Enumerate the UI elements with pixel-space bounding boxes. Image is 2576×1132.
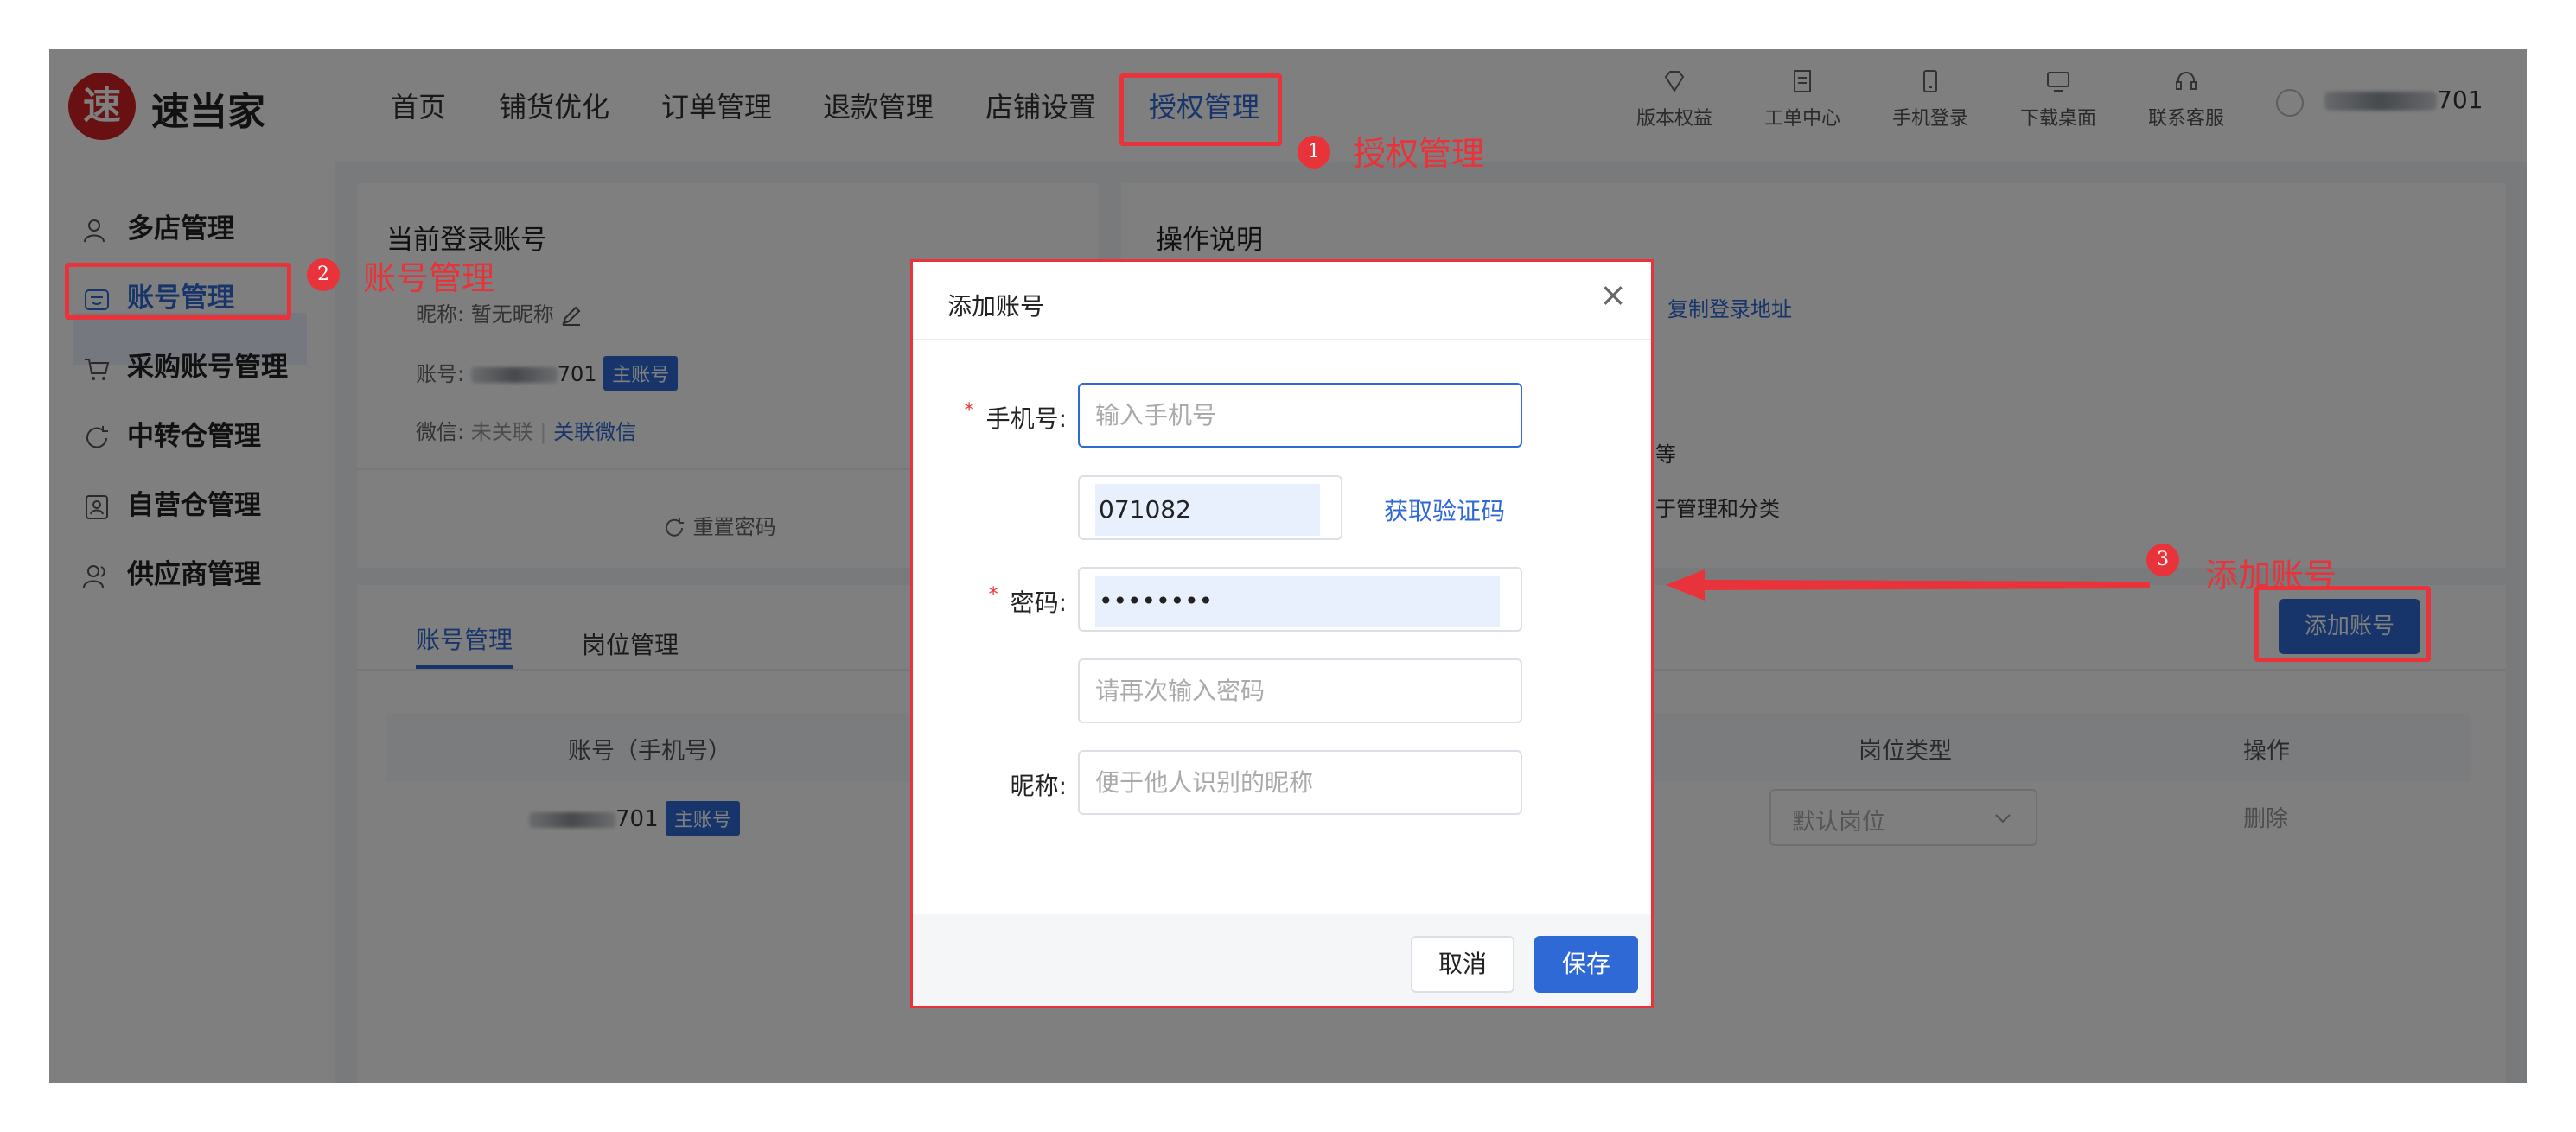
password-label: * 密码: [988,584,1067,617]
annotation-badge-2: 2 [307,258,340,291]
save-button[interactable]: 保存 [1534,936,1638,993]
verification-code-value: 071082 [1095,484,1320,536]
annotation-text-2: 账号管理 [363,259,495,297]
annotation-arrow [1666,569,2150,601]
password-input[interactable]: •••••••• [1078,567,1522,632]
nickname-placeholder: 便于他人识别的昵称 [1095,768,1314,797]
annotation-badge-1: 1 [1298,136,1330,169]
annotation-badge-3: 3 [2146,544,2179,576]
annotation-box-add-account [2254,586,2431,662]
cancel-button[interactable]: 取消 [1411,936,1514,993]
nickname-input[interactable]: 便于他人识别的昵称 [1078,750,1522,815]
confirm-password-placeholder: 请再次输入密码 [1095,677,1266,705]
password-value: •••••••• [1095,576,1500,627]
modal-divider [913,339,1651,340]
app-window: 速 速当家 首页 铺货优化 订单管理 退款管理 店铺设置 授权管理 版本权益 工… [49,49,2527,1083]
close-icon[interactable]: × [1596,277,1630,312]
get-code-button[interactable]: 获取验证码 [1384,493,1505,527]
annotation-box-account [65,263,291,320]
add-account-modal: 添加账号 × * 手机号: 输入手机号 071082 获取验证码 * 密码: •••… [910,259,1654,1008]
annotation-text-3: 添加账号 [2205,556,2337,595]
nickname-field-label: 昵称: [1010,772,1067,800]
phone-placeholder: 输入手机号 [1095,401,1217,429]
verification-code-input[interactable]: 071082 [1078,475,1342,540]
phone-label: * 手机号: [964,400,1067,433]
annotation-text-1: 授权管理 [1353,135,1485,173]
annotation-box-authorization [1119,73,1282,146]
confirm-password-input[interactable]: 请再次输入密码 [1078,658,1522,723]
modal-title: 添加账号 [947,292,1045,321]
phone-input[interactable]: 输入手机号 [1078,383,1522,448]
